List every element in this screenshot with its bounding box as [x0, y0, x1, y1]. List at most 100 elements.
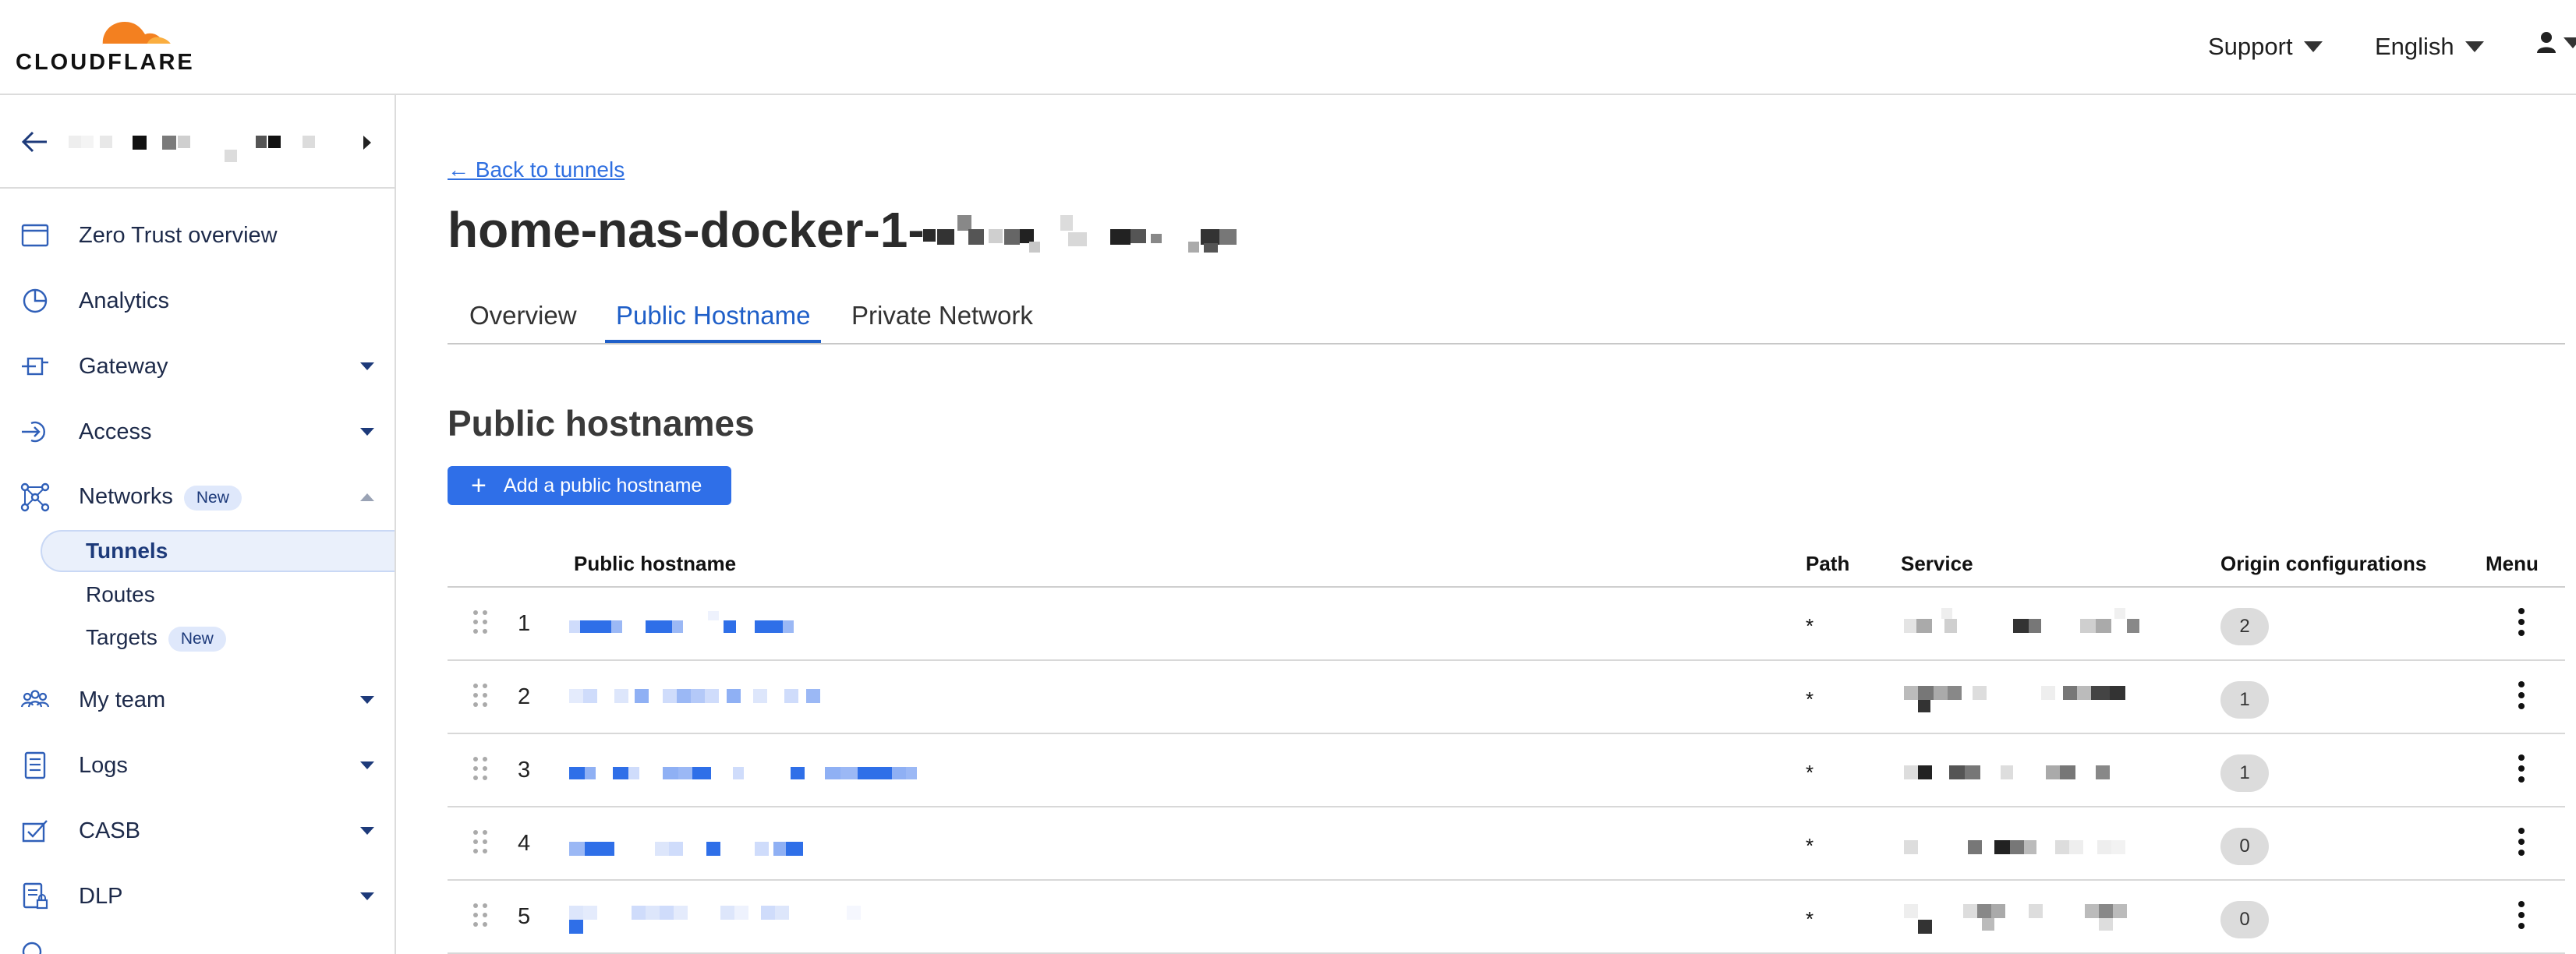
- caret-right-icon[interactable]: [363, 136, 371, 150]
- support-menu[interactable]: Support: [2208, 33, 2323, 61]
- sidebar-item-label: CASB: [79, 818, 140, 843]
- redacted-account-name: [69, 136, 315, 162]
- sidebar-subitem-targets[interactable]: Targets New: [41, 617, 395, 659]
- origin-config-count-badge: 1: [2220, 681, 2269, 719]
- user-menu[interactable]: [2535, 31, 2576, 55]
- redacted-hostname[interactable]: [569, 904, 1021, 943]
- row-index: 3: [518, 758, 531, 783]
- sidebar-item-zero-trust-overview[interactable]: Zero Trust overview: [0, 212, 395, 259]
- table-row[interactable]: 4 * 0: [448, 807, 2565, 881]
- caret-down-icon: [2303, 41, 2323, 52]
- arrow-left-icon[interactable]: [19, 128, 50, 156]
- caret-down-icon: [2465, 41, 2484, 52]
- chevron-up-icon: [360, 493, 374, 501]
- drag-handle-icon[interactable]: [471, 681, 490, 716]
- top-header: CLOUDFLARE Support English: [0, 0, 2576, 95]
- chevron-down-icon: [360, 761, 374, 769]
- chevron-down-icon: [360, 428, 374, 436]
- team-icon: [20, 690, 50, 708]
- pie-chart-icon: [23, 288, 48, 313]
- origin-config-count-badge: 2: [2220, 608, 2269, 645]
- language-label: English: [2375, 33, 2454, 60]
- sidebar-item-my-team[interactable]: My team: [0, 677, 395, 723]
- column-header-path[interactable]: Path: [1806, 552, 1849, 576]
- tab-public-hostname[interactable]: Public Hostname: [605, 301, 822, 343]
- sidebar-item-access[interactable]: Access: [0, 408, 395, 455]
- account-switcher[interactable]: [0, 95, 395, 189]
- redacted-service: [1904, 765, 2110, 779]
- sidebar-subitem-label: Tunnels: [86, 539, 168, 563]
- brand-wordmark: CLOUDFLARE: [16, 50, 195, 75]
- sidebar-item-label: DLP: [79, 883, 123, 909]
- kebab-menu-icon[interactable]: [2506, 603, 2537, 647]
- sidebar-item-dlp[interactable]: DLP: [0, 873, 395, 920]
- dlp-icon: [23, 882, 48, 910]
- back-to-tunnels-link[interactable]: ← Back to tunnels: [448, 157, 625, 182]
- table-row[interactable]: 3 * 1: [448, 734, 2565, 807]
- plus-icon: +: [471, 471, 487, 500]
- sidebar-item-casb[interactable]: CASB: [0, 807, 395, 854]
- redacted-hostname[interactable]: [569, 831, 1021, 870]
- table-row[interactable]: 1 * 2: [448, 588, 2565, 661]
- tab-private-network[interactable]: Private Network: [840, 301, 1044, 343]
- page-title: home-nas-docker-1-: [448, 202, 925, 258]
- row-path: *: [1806, 907, 1814, 931]
- sidebar-subitem-routes[interactable]: Routes: [41, 574, 395, 616]
- row-index: 1: [518, 611, 531, 636]
- drag-handle-icon[interactable]: [471, 828, 490, 862]
- redacted-hostname[interactable]: [569, 611, 1021, 650]
- new-badge: New: [183, 485, 242, 511]
- networks-label: Networks: [79, 484, 173, 510]
- redacted-service: [1904, 904, 2127, 934]
- sidebar-item-networks[interactable]: Networks New: [0, 474, 395, 521]
- chevron-down-icon: [360, 827, 374, 835]
- sidebar-item-logs[interactable]: Logs: [0, 742, 395, 789]
- support-label: Support: [2208, 33, 2293, 60]
- chevron-down-icon: [360, 892, 374, 900]
- tab-overview[interactable]: Overview: [458, 301, 588, 343]
- kebab-menu-icon[interactable]: [2506, 677, 2537, 720]
- chevron-down-icon: [360, 696, 374, 704]
- redacted-service: [1904, 608, 2139, 633]
- origin-config-count-badge: 1: [2220, 754, 2269, 792]
- drag-handle-icon[interactable]: [471, 608, 490, 642]
- kebab-menu-icon[interactable]: [2506, 896, 2537, 940]
- cloudflare-logo[interactable]: CLOUDFLARE: [16, 11, 193, 75]
- row-path: *: [1806, 614, 1814, 638]
- table-header: Public hostname Path Service Origin conf…: [448, 546, 2565, 588]
- redacted-hostname[interactable]: [569, 758, 1021, 797]
- column-header-service[interactable]: Service: [1901, 552, 1973, 576]
- drag-handle-icon[interactable]: [471, 754, 490, 789]
- sidebar-item-label: Logs: [79, 752, 128, 778]
- sidebar-item-label: My team: [79, 687, 166, 712]
- table-row[interactable]: 2 * 1: [448, 661, 2565, 734]
- sidebar-subitem-label: Targets New: [86, 625, 226, 652]
- column-header-public-hostname[interactable]: Public hostname: [574, 552, 736, 576]
- redacted-tunnel-id: [923, 215, 1237, 253]
- sidebar-item-label: Gateway: [79, 353, 168, 379]
- redacted-hostname[interactable]: [569, 684, 1021, 723]
- kebab-menu-icon[interactable]: [2506, 750, 2537, 793]
- network-icon: [20, 482, 50, 512]
- targets-label: Targets: [86, 625, 157, 650]
- sidebar-item-label: Analytics: [79, 288, 170, 313]
- kebab-menu-icon[interactable]: [2506, 823, 2537, 867]
- row-index: 5: [518, 904, 531, 929]
- row-path: *: [1806, 687, 1814, 711]
- sidebar-item-analytics[interactable]: Analytics: [0, 277, 395, 324]
- redacted-service: [1904, 686, 2125, 712]
- origin-config-count-badge: 0: [2220, 901, 2269, 938]
- sidebar-item-gateway[interactable]: Gateway: [0, 343, 395, 390]
- drag-handle-icon[interactable]: [471, 901, 490, 935]
- column-header-menu: Menu: [2486, 552, 2539, 575]
- add-public-hostname-button[interactable]: + Add a public hostname: [448, 466, 731, 505]
- column-header-origin-configurations[interactable]: Origin configurations: [2220, 552, 2426, 576]
- table-row[interactable]: 5 * 0: [448, 881, 2565, 954]
- sidebar-subitem-tunnels[interactable]: Tunnels: [41, 530, 395, 572]
- gateway-icon: [22, 357, 48, 376]
- row-index: 2: [518, 684, 531, 709]
- redacted-service: [1904, 840, 2125, 854]
- sidebar-subitem-label: Routes: [86, 582, 155, 606]
- caret-down-icon: [2564, 37, 2576, 48]
- language-menu[interactable]: English: [2375, 33, 2484, 61]
